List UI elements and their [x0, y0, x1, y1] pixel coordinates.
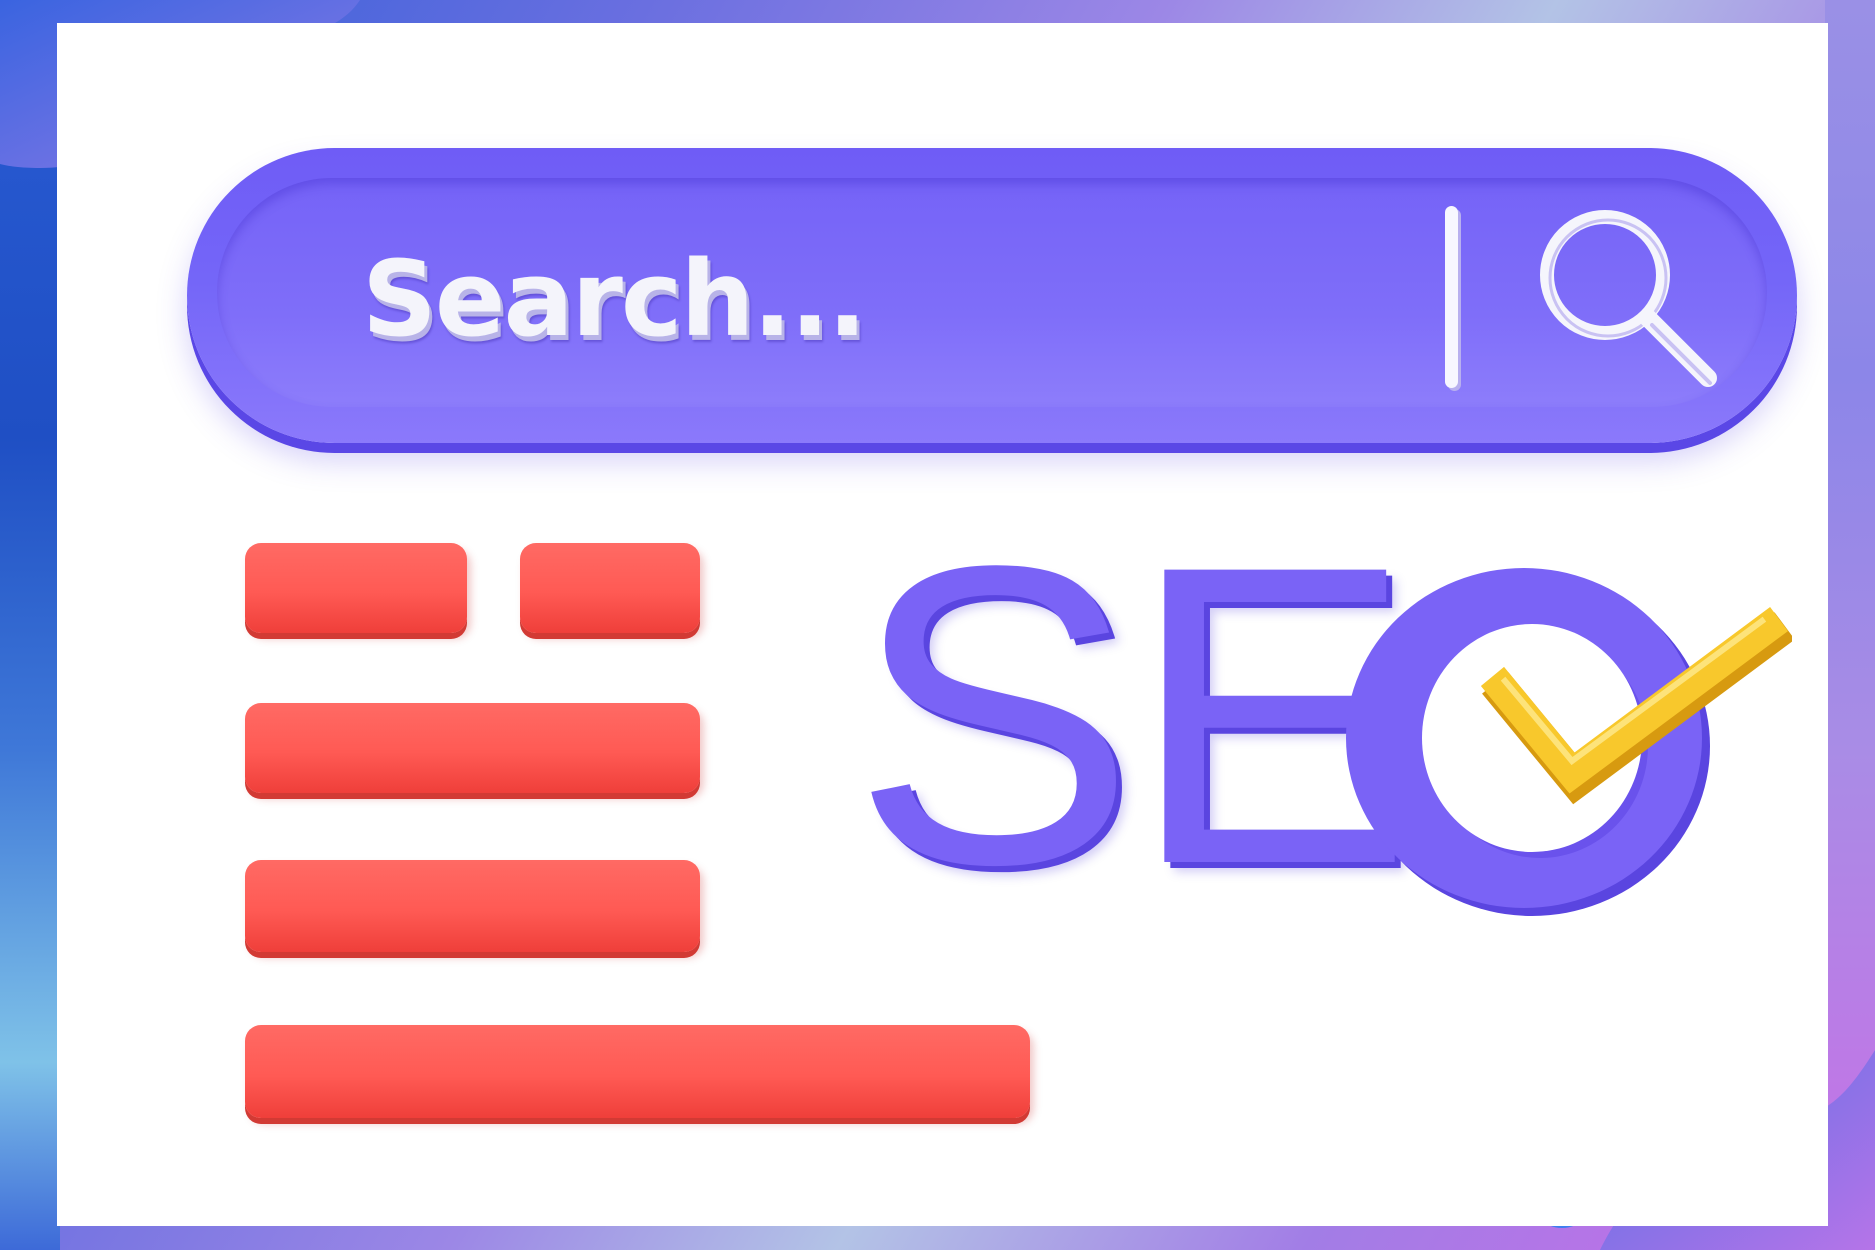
- text-cursor-icon: [1445, 206, 1458, 388]
- text-line-bar: [245, 860, 700, 952]
- frame-left-edge: [0, 0, 60, 1250]
- seo-logo: SE O: [852, 503, 1802, 973]
- search-bar[interactable]: Search...: [187, 148, 1797, 443]
- text-line-bar: [245, 1025, 1030, 1118]
- seo-o-letter: O: [1332, 528, 1333, 529]
- search-placeholder[interactable]: Search...: [362, 238, 867, 360]
- checkmark-icon: [1472, 603, 1795, 823]
- search-bar-inner: Search...: [217, 178, 1767, 407]
- text-line-bar: [245, 703, 700, 793]
- magnifier-icon[interactable]: [1520, 193, 1730, 403]
- white-canvas: Search... SE O: [57, 23, 1828, 1226]
- seo-letters: SE: [852, 478, 1413, 953]
- text-line-bar: [520, 543, 700, 633]
- text-line-bar: [245, 543, 467, 633]
